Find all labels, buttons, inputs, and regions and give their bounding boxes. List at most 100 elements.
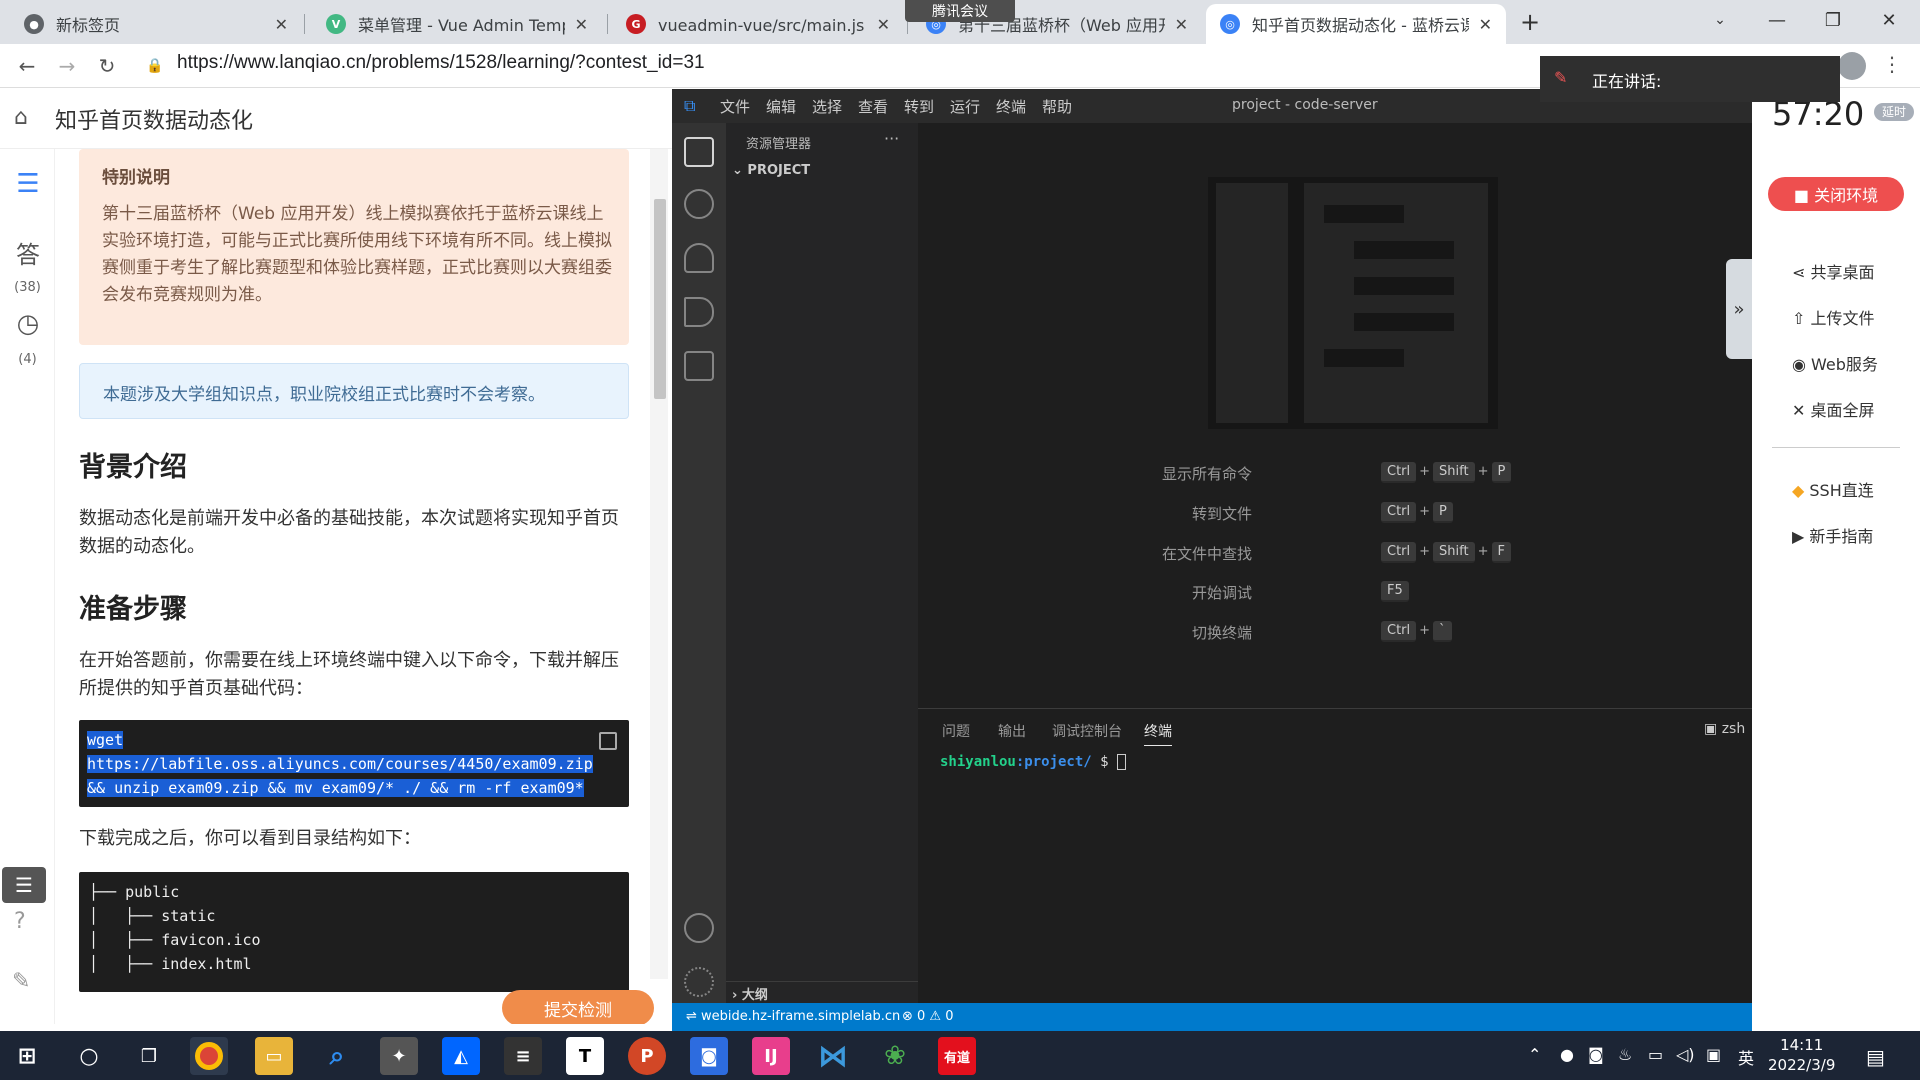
search-circle-icon[interactable]: ○ bbox=[70, 1037, 108, 1075]
url-field[interactable]: https://www.lanqiao.cn/problems/1528/lea… bbox=[177, 52, 705, 74]
panel-tab-debug-console[interactable]: 调试控制台 bbox=[1052, 721, 1122, 741]
app-icon[interactable]: ❀ bbox=[876, 1037, 914, 1075]
forward-icon[interactable]: → bbox=[52, 52, 82, 80]
answers-icon[interactable]: 答 bbox=[10, 235, 46, 270]
tab-search-icon[interactable]: ⌄ bbox=[1695, 0, 1745, 40]
tab-new-tab[interactable]: ● 新标签页 ✕ bbox=[10, 4, 302, 44]
shortcut-label[interactable]: 转到文件 bbox=[1052, 503, 1252, 524]
shortcut-label[interactable]: 显示所有命令 bbox=[1052, 463, 1252, 484]
ime-indicator[interactable]: 英 bbox=[1738, 1045, 1754, 1069]
back-icon[interactable]: ← bbox=[12, 52, 42, 80]
browser-menu-icon[interactable]: ⋮ bbox=[1882, 52, 1902, 76]
tencent-meeting-icon[interactable]: ◭ bbox=[442, 1037, 480, 1075]
search-app-icon[interactable]: ⌕ bbox=[318, 1037, 356, 1075]
menu-file[interactable]: 文件 bbox=[720, 96, 750, 117]
tab-zhihu-dynamic[interactable]: ◎ 知乎首页数据动态化 - 蓝桥云课 ✕ bbox=[1206, 4, 1506, 44]
intellij-icon[interactable]: IJ bbox=[752, 1037, 790, 1075]
tray-app-icon[interactable]: ◙ bbox=[1588, 1045, 1604, 1064]
explorer-more-icon[interactable]: ··· bbox=[884, 129, 899, 148]
shortcut-label[interactable]: 开始调试 bbox=[1052, 582, 1252, 603]
chrome-taskbar-icon[interactable] bbox=[190, 1037, 228, 1075]
reload-icon[interactable]: ↻ bbox=[92, 52, 122, 80]
expand-panel-icon[interactable]: » bbox=[1726, 259, 1752, 359]
app-icon[interactable]: ✦ bbox=[380, 1037, 418, 1075]
copy-icon[interactable] bbox=[599, 732, 617, 750]
help-icon[interactable]: ? bbox=[14, 909, 26, 934]
tab-gitee-main-js[interactable]: G vueadmin-vue/src/main.js · 谢 ✕ bbox=[612, 4, 904, 44]
app-icon[interactable]: ≡ bbox=[504, 1037, 542, 1075]
remote-indicator[interactable]: ⇌ webide.hz-iframe.simplelab.cn bbox=[686, 1009, 900, 1024]
meeting-indicator[interactable]: 腾讯会议 bbox=[905, 0, 1015, 22]
close-icon[interactable]: ✕ bbox=[275, 15, 288, 34]
panel-tab-output[interactable]: 输出 bbox=[998, 721, 1026, 741]
terminal-prompt[interactable]: shiyanlou:project/ $ bbox=[940, 754, 1127, 770]
menu-terminal[interactable]: 终端 bbox=[996, 96, 1026, 117]
terminal-shell-selector[interactable]: ▣ zsh bbox=[1704, 721, 1745, 737]
menu-edit[interactable]: 编辑 bbox=[766, 96, 796, 117]
command-code-block[interactable]: wget https://labfile.oss.aliyuncs.com/co… bbox=[79, 720, 629, 807]
close-icon[interactable]: ✕ bbox=[575, 15, 588, 34]
fullscreen-button[interactable]: ✕ 桌面全屏 bbox=[1792, 397, 1875, 421]
vscode-taskbar-icon[interactable]: ⋈ bbox=[814, 1037, 852, 1075]
window-close-icon[interactable]: ✕ bbox=[1864, 0, 1914, 40]
share-desktop-button[interactable]: ⋖ 共享桌面 bbox=[1792, 259, 1875, 283]
new-tab-button[interactable]: + bbox=[1520, 8, 1540, 36]
tray-app-icon[interactable]: ♨ bbox=[1618, 1045, 1632, 1064]
extensions-icon[interactable] bbox=[684, 351, 714, 381]
battery-icon[interactable]: ▭ bbox=[1648, 1045, 1663, 1064]
source-control-icon[interactable] bbox=[684, 243, 714, 273]
minimize-icon[interactable]: — bbox=[1752, 0, 1802, 40]
typora-icon[interactable]: T bbox=[566, 1037, 604, 1075]
lesson-scrollbar[interactable] bbox=[650, 149, 668, 979]
search-icon[interactable] bbox=[684, 189, 714, 219]
menu-help[interactable]: 帮助 bbox=[1042, 96, 1072, 117]
outline-section[interactable]: › 大纲 bbox=[726, 981, 918, 1003]
file-explorer-icon[interactable]: ▭ bbox=[255, 1037, 293, 1075]
lock-icon[interactable]: 🔒 bbox=[140, 52, 170, 80]
task-view-icon[interactable]: ❐ bbox=[130, 1037, 168, 1075]
panel-tab-problems[interactable]: 问题 bbox=[942, 721, 970, 741]
web-service-button[interactable]: ◉ Web服务 bbox=[1792, 351, 1878, 375]
notification-icon[interactable]: ▤ bbox=[1866, 1045, 1885, 1069]
close-environment-button[interactable]: ■ 关闭环境 bbox=[1768, 177, 1904, 211]
toc-toggle-button[interactable]: ☰ bbox=[2, 867, 46, 903]
beginner-guide-button[interactable]: ▶ 新手指南 bbox=[1792, 523, 1873, 547]
profile-avatar[interactable] bbox=[1838, 52, 1866, 80]
panel-tab-terminal[interactable]: 终端 bbox=[1144, 721, 1172, 746]
submit-check-button[interactable]: 提交检测 bbox=[502, 990, 654, 1024]
windows-start-icon[interactable]: ⊞ bbox=[8, 1037, 46, 1075]
explorer-icon[interactable] bbox=[684, 137, 714, 167]
tray-chevron-icon[interactable]: ⌃ bbox=[1528, 1045, 1541, 1064]
shortcut-label[interactable]: 切换终端 bbox=[1052, 622, 1252, 643]
project-folder[interactable]: ⌄ PROJECT bbox=[732, 163, 810, 178]
network-icon[interactable]: ▣ bbox=[1706, 1045, 1721, 1064]
settings-gear-icon[interactable] bbox=[684, 967, 714, 997]
restore-icon[interactable]: ❐ bbox=[1808, 0, 1858, 40]
feedback-icon[interactable]: ✎ bbox=[12, 969, 30, 994]
history-clock-icon[interactable]: ◷ bbox=[10, 309, 46, 339]
home-icon[interactable]: ⌂ bbox=[14, 105, 28, 130]
volume-icon[interactable]: ◁) bbox=[1676, 1045, 1695, 1064]
upload-file-button[interactable]: ⇧ 上传文件 bbox=[1792, 305, 1875, 329]
run-debug-icon[interactable] bbox=[684, 297, 714, 327]
clock[interactable]: 14:11 2022/3/9 bbox=[1768, 1035, 1835, 1075]
powerpoint-icon[interactable]: P bbox=[628, 1037, 666, 1075]
problems-indicator[interactable]: ⊗ 0 ⚠ 0 bbox=[902, 1009, 954, 1024]
youdao-icon[interactable]: 有道 bbox=[938, 1037, 976, 1075]
close-icon[interactable]: ✕ bbox=[877, 15, 890, 34]
scrollbar-thumb[interactable] bbox=[654, 199, 666, 399]
menu-run[interactable]: 运行 bbox=[950, 96, 980, 117]
outline-list-icon[interactable]: ☰ bbox=[10, 169, 46, 199]
shortcut-label[interactable]: 在文件中查找 bbox=[1052, 543, 1252, 564]
close-icon[interactable]: ✕ bbox=[1175, 15, 1188, 34]
menu-view[interactable]: 查看 bbox=[858, 96, 888, 117]
tab-menu-management[interactable]: V 菜单管理 - Vue Admin Templat ✕ bbox=[312, 4, 602, 44]
extend-time-button[interactable]: 延时 bbox=[1874, 103, 1914, 121]
menu-go[interactable]: 转到 bbox=[904, 96, 934, 117]
account-icon[interactable] bbox=[684, 913, 714, 943]
ssh-connect-button[interactable]: ◆ SSH直连 bbox=[1792, 477, 1874, 501]
app-icon[interactable]: ◙ bbox=[690, 1037, 728, 1075]
menu-selection[interactable]: 选择 bbox=[812, 96, 842, 117]
close-icon[interactable]: ✕ bbox=[1479, 15, 1492, 34]
microphone-icon[interactable]: ● bbox=[1560, 1045, 1574, 1064]
